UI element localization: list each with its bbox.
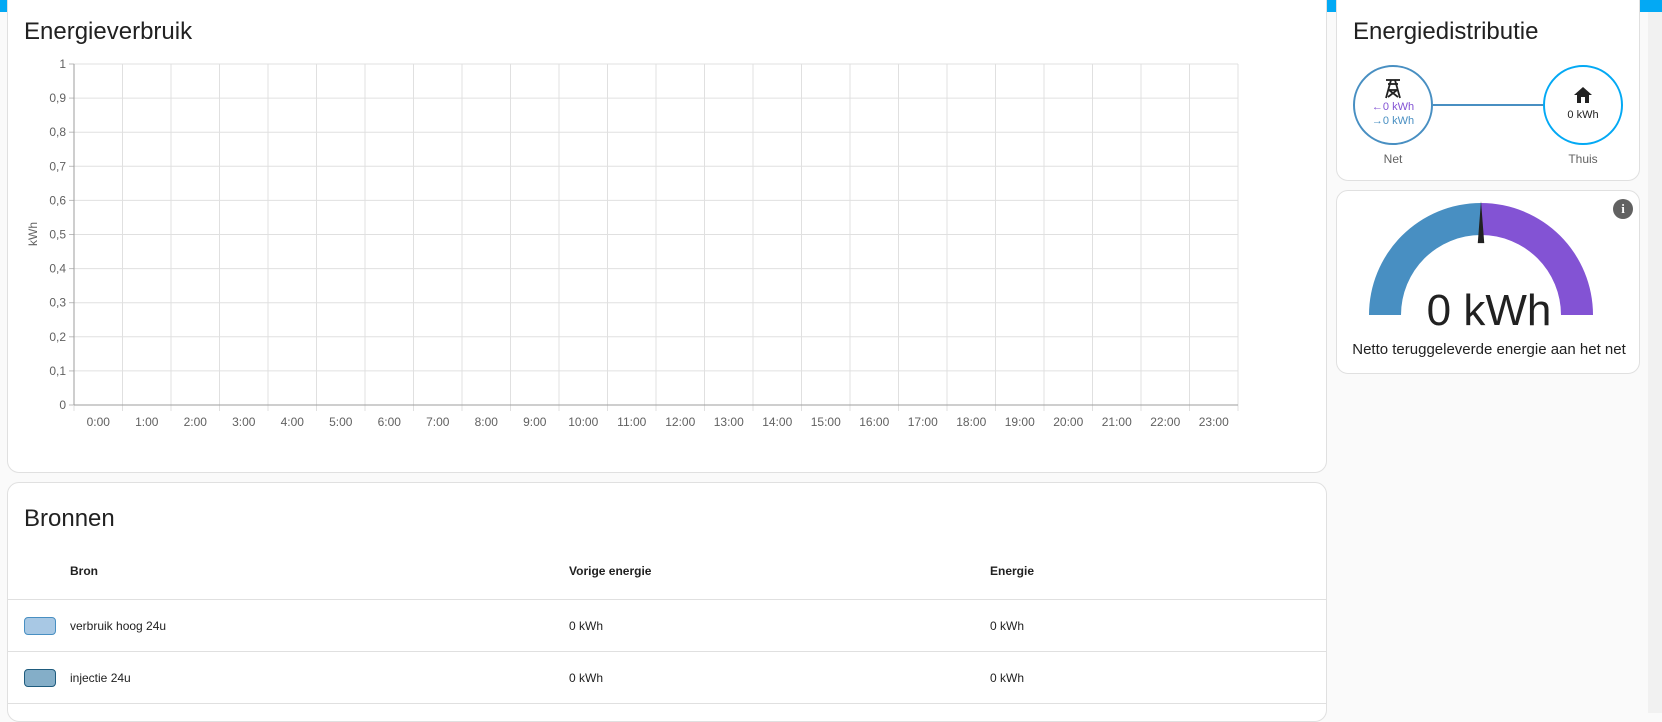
net-return-gauge-card: i 0 kWh Netto teruggeleverde energie aan… [1336,190,1640,374]
x-tick-label: 12:00 [665,415,695,429]
x-tick-label: 9:00 [523,415,547,429]
source-energy: 0 kWh [990,600,1327,652]
sources-card: Bronnen Bron Vorige energie Energie verb… [7,482,1327,722]
home-value: 0 kWh [1545,109,1621,121]
table-row[interactable]: verbruik hoog 24u 0 kWh 0 kWh [8,600,1327,652]
grid-circle[interactable]: ←0 kWh →0 kWh [1353,65,1433,145]
x-tick-label: 5:00 [329,415,353,429]
x-tick-label: 10:00 [568,415,598,429]
source-color-swatch [24,617,56,635]
x-tick-label: 1:00 [135,415,159,429]
table-row[interactable]: injectie 24u 0 kWh 0 kWh [8,652,1327,704]
gauge-value: 0 kWh [1337,286,1640,336]
x-tick-label: 19:00 [1005,415,1035,429]
x-tick-label: 20:00 [1053,415,1083,429]
source-color-swatch [24,669,56,687]
to-grid-value: →0 kWh [1355,115,1431,127]
home-circle[interactable]: 0 kWh [1543,65,1623,145]
home-icon [1573,86,1593,104]
source-column-header: Bron [70,543,569,600]
source-name: verbruik hoog 24u [70,600,569,652]
sources-header-row: Bron Vorige energie Energie [8,543,1327,600]
y-tick-label: 0,8 [49,125,66,139]
y-tick-label: 0,5 [49,228,66,242]
energy-usage-card: Energieverbruik 00,10,20,30,40,50,60,70,… [7,0,1327,473]
x-tick-label: 17:00 [908,415,938,429]
sources-title: Bronnen [24,505,115,533]
energy-column-header: Energie [990,543,1327,600]
x-tick-label: 18:00 [956,415,986,429]
y-tick-label: 0,2 [49,330,66,344]
y-tick-label: 1 [59,57,66,71]
x-tick-label: 23:00 [1199,415,1229,429]
y-tick-label: 0,3 [49,296,66,310]
x-tick-label: 22:00 [1150,415,1180,429]
scrollbar-track[interactable] [1648,12,1662,713]
y-axis-label: kWh [26,222,40,246]
y-tick-label: 0 [59,398,66,412]
x-tick-label: 4:00 [281,415,305,429]
from-grid-value: ←0 kWh [1355,101,1431,113]
home-label: Thuis [1543,152,1623,166]
x-tick-label: 8:00 [475,415,499,429]
x-tick-label: 2:00 [184,415,208,429]
grid-label: Net [1353,152,1433,166]
y-tick-label: 0,1 [49,364,66,378]
x-tick-label: 21:00 [1102,415,1132,429]
source-previous-energy: 0 kWh [569,600,990,652]
source-previous-energy: 0 kWh [569,652,990,704]
x-tick-label: 15:00 [811,415,841,429]
x-tick-label: 6:00 [378,415,402,429]
swatch-cell [8,600,70,652]
swatch-cell [8,652,70,704]
y-tick-label: 0,4 [49,262,66,276]
energy-distribution-card: Energiedistributie ←0 kWh →0 kWh Net 0 k… [1336,0,1640,181]
y-tick-label: 0,9 [49,91,66,105]
x-tick-label: 7:00 [426,415,450,429]
source-energy: 0 kWh [990,652,1327,704]
grid-home-flow-line [1433,104,1543,106]
x-tick-label: 0:00 [87,415,111,429]
gauge-name: Netto teruggeleverde energie aan het net [1337,341,1640,358]
y-tick-label: 0,6 [49,193,66,207]
x-tick-label: 14:00 [762,415,792,429]
source-name: injectie 24u [70,652,569,704]
x-tick-label: 13:00 [714,415,744,429]
swatch-column-header [8,543,70,600]
transmission-tower-icon [1383,77,1403,99]
energy-distribution-title: Energiedistributie [1353,18,1538,46]
energy-usage-chart: 00,10,20,30,40,50,60,70,80,910:001:002:0… [8,0,1327,473]
sources-table: Bron Vorige energie Energie verbruik hoo… [8,543,1327,722]
x-tick-label: 3:00 [232,415,256,429]
x-tick-label: 16:00 [859,415,889,429]
y-tick-label: 0,7 [49,159,66,173]
x-tick-label: 11:00 [617,415,646,429]
previous-energy-column-header: Vorige energie [569,543,990,600]
